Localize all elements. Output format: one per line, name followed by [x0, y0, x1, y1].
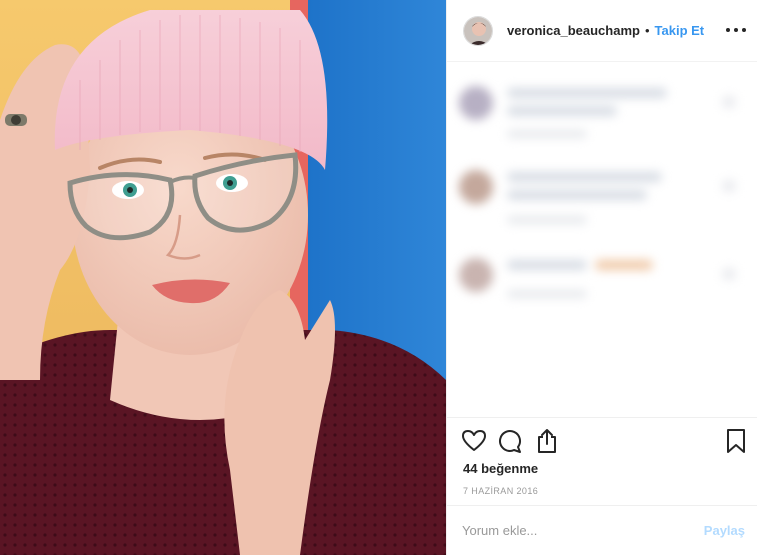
comments-list	[447, 62, 757, 417]
portrait-illustration	[0, 0, 446, 555]
add-comment-bar: Paylaş	[446, 505, 757, 555]
username-link[interactable]: veronica_beauchamp	[507, 23, 640, 38]
post-photo[interactable]	[0, 0, 446, 555]
post-comment-button[interactable]: Paylaş	[704, 523, 745, 538]
bookmark-icon[interactable]	[723, 428, 749, 454]
heart-icon[interactable]	[461, 428, 487, 454]
comment-icon[interactable]	[497, 428, 523, 454]
post-side-panel: veronica_beauchamp • Takip Et 44 beğenme…	[446, 0, 757, 555]
blurred-comment	[447, 80, 757, 160]
separator-dot: •	[644, 23, 650, 38]
action-icons-row	[447, 418, 757, 464]
comment-avatar	[459, 86, 493, 120]
more-dot	[726, 28, 730, 32]
comment-input[interactable]	[462, 523, 704, 538]
comment-avatar	[459, 170, 493, 204]
instagram-post: veronica_beauchamp • Takip Et 44 beğenme…	[0, 0, 757, 555]
avatar[interactable]	[463, 15, 493, 46]
share-icon[interactable]	[534, 428, 560, 454]
blurred-comment	[447, 252, 757, 332]
post-actions: 44 beğenme 7 HAZİRAN 2016	[447, 417, 757, 496]
follow-button[interactable]: Takip Et	[655, 23, 705, 38]
more-options-icon[interactable]	[726, 22, 746, 38]
comment-avatar	[459, 258, 493, 292]
post-header: veronica_beauchamp • Takip Et	[447, 0, 757, 62]
more-dot	[742, 28, 746, 32]
more-dot	[734, 28, 738, 32]
post-date[interactable]: 7 HAZİRAN 2016	[463, 486, 538, 496]
blurred-comment	[447, 164, 757, 244]
likes-count[interactable]: 44 beğenme	[463, 461, 538, 476]
